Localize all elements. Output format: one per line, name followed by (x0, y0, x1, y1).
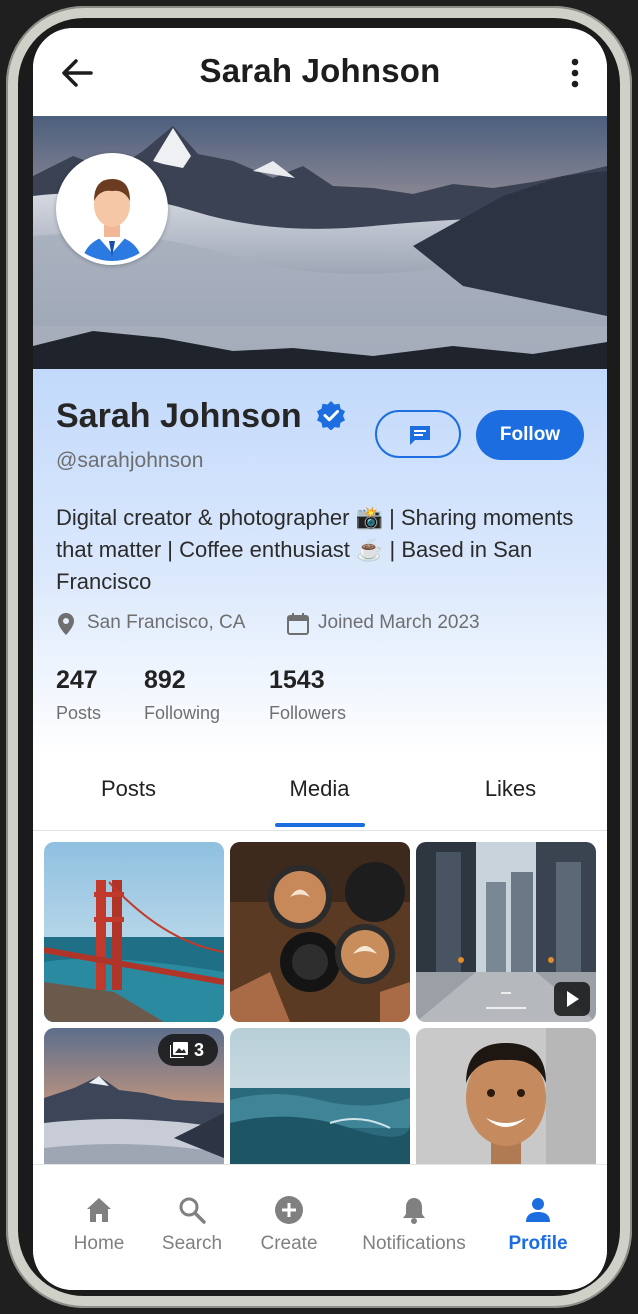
location-text: San Francisco, CA (87, 612, 246, 633)
joined-date: Joined March 2023 (318, 612, 480, 633)
nav-label: Home (73, 1233, 125, 1254)
media-grid: 3 (33, 831, 607, 1164)
nav-label: Profile (508, 1233, 568, 1254)
follow-button[interactable]: Follow (476, 410, 584, 460)
nav-create[interactable]: Create (253, 1195, 325, 1255)
profile-name: Sarah Johnson (56, 397, 302, 435)
multi-photo-badge: 3 (158, 1034, 218, 1066)
person-icon (526, 1198, 550, 1222)
stat-label: Posts (56, 703, 102, 723)
search-icon (179, 1197, 206, 1224)
media-item-golden-gate[interactable] (44, 842, 224, 1022)
stat-following[interactable]: 892 Following (144, 666, 220, 724)
message-icon (410, 426, 430, 445)
tab-likes[interactable]: Likes (415, 776, 606, 802)
bell-icon (403, 1198, 425, 1224)
home-icon (87, 1198, 111, 1222)
verified-badge-icon (317, 401, 345, 430)
media-item-coffee[interactable] (230, 842, 410, 1022)
app-bar: Sarah Johnson (33, 28, 607, 116)
media-item-portrait[interactable] (416, 1028, 596, 1164)
photo-library-icon (170, 1042, 188, 1058)
calendar-icon (287, 613, 309, 635)
cover-photo (33, 116, 607, 369)
avatar[interactable] (56, 153, 168, 265)
profile-info: Sarah Johnson @sarahjohnson Follow Digit… (33, 369, 607, 754)
nav-label: Search (161, 1233, 223, 1254)
location-pin-icon (58, 613, 74, 635)
add-circle-icon (275, 1196, 303, 1224)
stat-label: Followers (269, 703, 347, 723)
tab-media[interactable]: Media (224, 776, 415, 802)
stat-followers[interactable]: 1543 Followers (269, 666, 346, 724)
nav-home[interactable]: Home (67, 1195, 131, 1255)
nav-label: Notifications (362, 1233, 466, 1254)
more-vertical-icon[interactable] (563, 56, 587, 90)
tab-indicator (275, 823, 365, 827)
profile-bio: Digital creator & photographer 📸 | Shari… (56, 505, 574, 594)
profile-handle: @sarahjohnson (56, 449, 204, 472)
nav-search[interactable]: Search (155, 1195, 229, 1255)
nav-notifications[interactable]: Notifications (349, 1195, 479, 1255)
photo-count: 3 (194, 1040, 205, 1060)
tab-posts[interactable]: Posts (33, 776, 224, 802)
stat-posts[interactable]: 247 Posts (56, 666, 101, 724)
profile-tabs: Posts Media Likes (33, 754, 607, 831)
golden-gate-image (44, 842, 224, 1022)
bottom-navigation: Home Search Create Notifications Profile (33, 1164, 607, 1290)
stat-value: 1543 (269, 666, 325, 694)
smiling-man-image (416, 1028, 596, 1164)
coffee-cups-image (230, 842, 410, 1022)
stat-value: 892 (144, 666, 186, 694)
nav-label: Create (260, 1233, 318, 1254)
nav-profile[interactable]: Profile (503, 1195, 573, 1255)
media-item-mountain[interactable]: 3 (44, 1028, 224, 1164)
media-item-ocean[interactable] (230, 1028, 410, 1164)
media-item-city-street[interactable] (416, 842, 596, 1022)
screen: Sarah Johnson Sarah Johnson @sarahjohnso… (33, 28, 607, 1290)
video-badge (554, 982, 590, 1016)
page-title: Sarah Johnson (199, 52, 441, 89)
stat-label: Following (144, 703, 221, 723)
stat-value: 247 (56, 666, 98, 694)
message-button[interactable] (375, 410, 461, 458)
play-icon (567, 991, 579, 1007)
ocean-wave-image (230, 1028, 410, 1164)
avatar-illustration (60, 157, 164, 261)
